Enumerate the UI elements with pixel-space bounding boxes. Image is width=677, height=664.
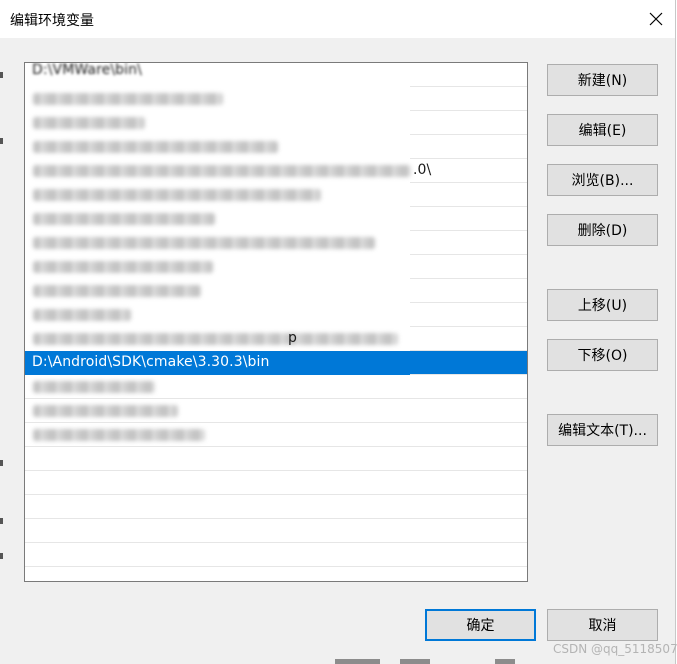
- new-button[interactable]: 新建(N): [547, 64, 658, 96]
- path-list-item[interactable]: [25, 447, 527, 471]
- path-list-item-text: D:\Android\SDK\cmake\3.30.3\bin: [32, 354, 270, 370]
- path-list-item[interactable]: p: [25, 327, 527, 351]
- close-icon: [649, 12, 663, 26]
- path-list-item-text: D:\VMWare\bin\: [32, 62, 142, 78]
- redacted-path-text: [33, 405, 178, 417]
- path-list-item-text: .0\: [413, 162, 432, 178]
- redacted-path-text: [33, 381, 155, 393]
- browse-button[interactable]: 浏览(B)...: [547, 164, 658, 196]
- redacted-path-text: [33, 117, 145, 129]
- background-bleed: [400, 659, 430, 664]
- redacted-path-text: [33, 309, 131, 321]
- path-list[interactable]: D:\VMWare\bin\ .0\ p D:\Android\SDK\cmake\3…: [24, 62, 528, 582]
- path-list-item[interactable]: [25, 423, 527, 447]
- redacted-path-text: [33, 141, 278, 153]
- path-list-item[interactable]: [25, 231, 527, 255]
- path-list-item[interactable]: [25, 135, 527, 159]
- close-button[interactable]: [641, 4, 671, 34]
- browse-button-label: 浏览(B)...: [571, 173, 634, 189]
- path-list-item[interactable]: [25, 111, 527, 135]
- move-up-button-label: 上移(U): [577, 298, 628, 314]
- edit-text-button-label: 编辑文本(T)...: [558, 423, 647, 439]
- cancel-button-label: 取消: [588, 618, 617, 634]
- path-list-item[interactable]: [25, 255, 527, 279]
- ok-button[interactable]: 确定: [425, 609, 536, 641]
- background-bleed: [495, 659, 515, 664]
- path-list-item-selected[interactable]: D:\Android\SDK\cmake\3.30.3\bin: [25, 351, 527, 375]
- delete-button-label: 删除(D): [577, 223, 628, 239]
- move-up-button[interactable]: 上移(U): [547, 289, 658, 321]
- path-list-item[interactable]: [25, 303, 527, 327]
- path-list-item[interactable]: [25, 471, 527, 495]
- redacted-path-text: [33, 189, 321, 201]
- redacted-path-text: [33, 165, 411, 177]
- path-list-item[interactable]: .0\: [25, 159, 527, 183]
- redacted-path-text: [33, 213, 215, 225]
- path-list-item[interactable]: [25, 279, 527, 303]
- watermark-text: CSDN @qq_51185079: [553, 642, 677, 656]
- redacted-path-text: [33, 237, 375, 249]
- move-down-button-label: 下移(O): [577, 348, 628, 364]
- redacted-path-text: [33, 333, 398, 345]
- path-list-item[interactable]: [25, 375, 527, 399]
- path-list-item[interactable]: [25, 519, 527, 543]
- dialog-title: 编辑环境变量: [10, 13, 94, 29]
- path-list-item[interactable]: [25, 87, 527, 111]
- cancel-button[interactable]: 取消: [547, 609, 658, 641]
- redacted-path-text: [33, 261, 213, 273]
- background-bleed: [335, 659, 380, 664]
- delete-button[interactable]: 删除(D): [547, 214, 658, 246]
- edit-env-var-dialog: 编辑环境变量 D:\VMWare\bin\ .0\ p D:\Android\SDK\…: [0, 0, 677, 664]
- path-list-item[interactable]: D:\VMWare\bin\: [25, 63, 527, 87]
- new-button-label: 新建(N): [577, 73, 628, 89]
- path-list-item[interactable]: [25, 207, 527, 231]
- path-list-item[interactable]: [25, 399, 527, 423]
- edit-text-button[interactable]: 编辑文本(T)...: [547, 414, 658, 446]
- move-down-button[interactable]: 下移(O): [547, 339, 658, 371]
- path-list-item[interactable]: [25, 543, 527, 567]
- path-list-item[interactable]: [25, 567, 527, 581]
- path-list-item-text: p: [288, 330, 297, 346]
- path-list-item[interactable]: [25, 183, 527, 207]
- ok-button-label: 确定: [466, 618, 495, 634]
- edit-button-label: 编辑(E): [578, 123, 627, 139]
- redacted-path-text: [33, 93, 223, 105]
- path-list-item[interactable]: [25, 495, 527, 519]
- redacted-path-text: [33, 429, 205, 441]
- title-bar: 编辑环境变量: [0, 0, 675, 38]
- redacted-path-text: [33, 285, 201, 297]
- edit-button[interactable]: 编辑(E): [547, 114, 658, 146]
